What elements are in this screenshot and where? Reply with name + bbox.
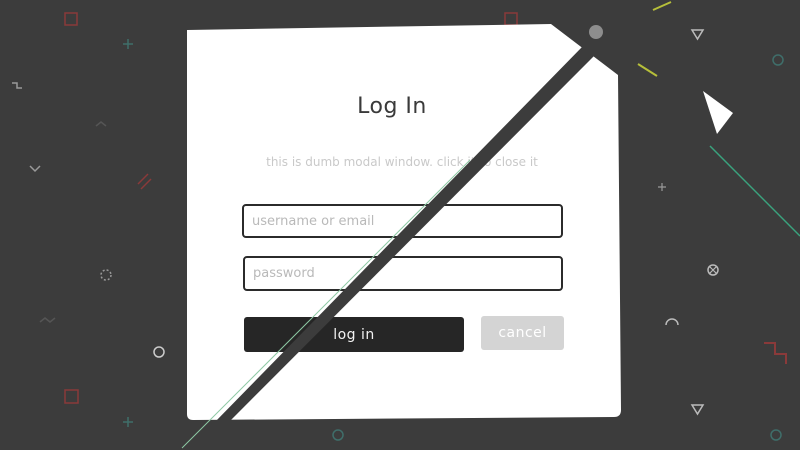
login-stage[interactable]: Log In this is dumb modal window. click … — [0, 0, 800, 450]
modal-title: Log In — [357, 94, 427, 119]
login-button[interactable]: log in — [244, 317, 464, 352]
username-input[interactable] — [242, 204, 563, 238]
cancel-button[interactable]: cancel — [481, 316, 564, 350]
password-input[interactable] — [243, 256, 563, 291]
modal-subtitle[interactable]: this is dumb modal window. click it to c… — [182, 155, 622, 169]
